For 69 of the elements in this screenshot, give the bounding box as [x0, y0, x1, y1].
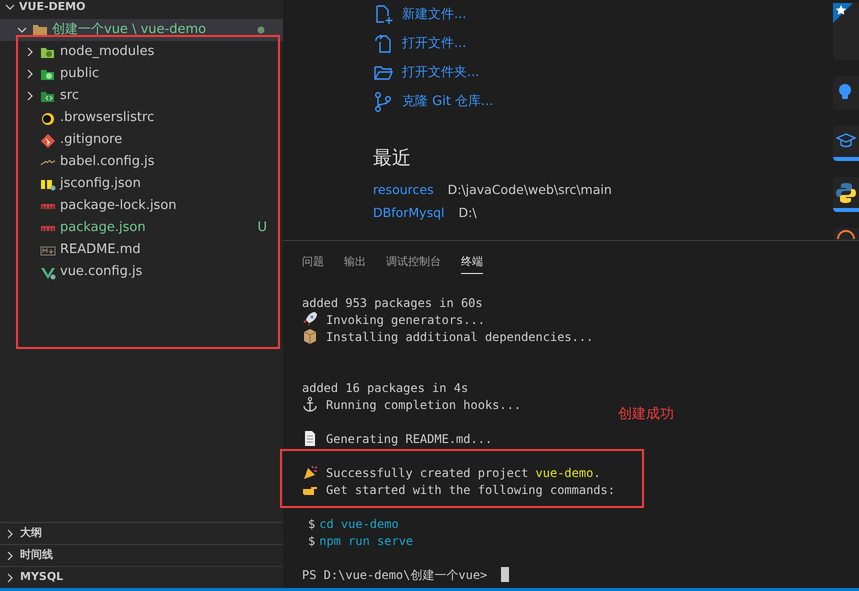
- terminal-line: Generating README.md...: [326, 430, 492, 448]
- section-title: VUE-DEMO: [19, 0, 86, 15]
- document-icon: [302, 430, 318, 447]
- tree-item[interactable]: babel.config.js: [0, 151, 283, 173]
- terminal-command: cd vue-demo: [319, 516, 399, 532]
- panel-tab[interactable]: 问题: [302, 254, 324, 274]
- section-title: 最近: [373, 146, 412, 171]
- file-name: package-lock.json: [60, 197, 177, 216]
- anchor-icon: [302, 396, 318, 413]
- branch-icon: [373, 91, 394, 112]
- file-name: package.json: [60, 219, 146, 238]
- file-name: 创建一个vue \ vue-demo: [52, 21, 206, 40]
- action-link[interactable]: 打开文件...: [402, 34, 466, 54]
- tree-item[interactable]: package-lock.json: [0, 195, 283, 217]
- terminal-line: Get started with the following commands:: [326, 482, 615, 498]
- file-name: babel.config.js: [60, 153, 155, 172]
- git-status-letter: U: [257, 219, 267, 238]
- action-link[interactable]: 新建文件...: [402, 4, 466, 24]
- python-icon: [836, 182, 856, 204]
- tree-item[interactable]: 创建一个vue \ vue-demo: [0, 19, 283, 41]
- prompt-symbol: $: [308, 532, 316, 550]
- terminal-line: added 953 packages in 60s: [302, 294, 483, 312]
- panel-tab[interactable]: 调试控制台: [386, 254, 441, 274]
- tree-item[interactable]: package.json U: [0, 217, 283, 239]
- file-name: jsconfig.json: [60, 175, 141, 194]
- tree-item[interactable]: node_modules: [0, 41, 283, 63]
- recent-link[interactable]: DBforMysql: [373, 204, 444, 222]
- tree-item[interactable]: public: [0, 63, 283, 85]
- tree-item[interactable]: .gitignore: [0, 129, 283, 151]
- terminal-line: added 16 packages in 4s: [302, 380, 468, 396]
- panel-tab[interactable]: 终端: [461, 254, 483, 274]
- file-name: public: [60, 65, 100, 84]
- file-name: README.md: [60, 241, 141, 260]
- recent-link[interactable]: resources: [373, 180, 434, 200]
- section-header[interactable]: 大纲: [0, 522, 283, 544]
- tree-item[interactable]: README.md: [0, 239, 283, 261]
- file-name: vue.config.js: [60, 263, 142, 282]
- recent-path: D:\javaCode\web\src\main: [448, 180, 612, 199]
- tree-item[interactable]: .browserslistrc: [0, 107, 283, 129]
- section-title: MYSQL: [20, 569, 64, 586]
- party-popper-icon: [302, 464, 318, 481]
- annotation-text: 创建成功: [618, 405, 674, 424]
- tree-item[interactable]: src: [0, 85, 283, 107]
- prompt-symbol: $: [308, 516, 316, 532]
- terminal-line: PS D:\vue-demo\创建一个vue>: [302, 566, 488, 584]
- terminal-command: npm run serve: [319, 532, 414, 550]
- circle-icon: [40, 110, 56, 126]
- folder-icon: [32, 22, 48, 38]
- rocket-icon: [302, 311, 318, 328]
- terminal-line: Invoking generators...: [326, 312, 485, 328]
- star-icon: [833, 3, 853, 25]
- explorer-header[interactable]: VUE-DEMO: [0, 0, 283, 15]
- section-title: 时间线: [20, 547, 53, 564]
- action-link[interactable]: 克隆 Git 仓库...: [402, 92, 494, 112]
- file-name: src: [60, 87, 79, 106]
- file-name: .browserslistrc: [60, 109, 154, 128]
- terminal-line: Successfully created project vue-demo.: [326, 464, 601, 482]
- tree-item[interactable]: vue.config.js: [0, 261, 283, 283]
- file-name: .gitignore: [60, 131, 122, 150]
- recent-path: D:\: [458, 204, 477, 222]
- panel-tab[interactable]: 输出: [344, 254, 366, 274]
- section-title: 大纲: [20, 525, 42, 542]
- action-link[interactable]: 打开文件夹...: [402, 62, 480, 82]
- terminal-line: Running completion hooks...: [326, 396, 522, 414]
- box-icon: [302, 328, 318, 345]
- file-name: node_modules: [60, 43, 154, 62]
- terminal-line: Installing additional dependencies...: [326, 328, 594, 346]
- tree-item[interactable]: jsconfig.json: [0, 173, 283, 195]
- section-header[interactable]: 时间线: [0, 544, 283, 566]
